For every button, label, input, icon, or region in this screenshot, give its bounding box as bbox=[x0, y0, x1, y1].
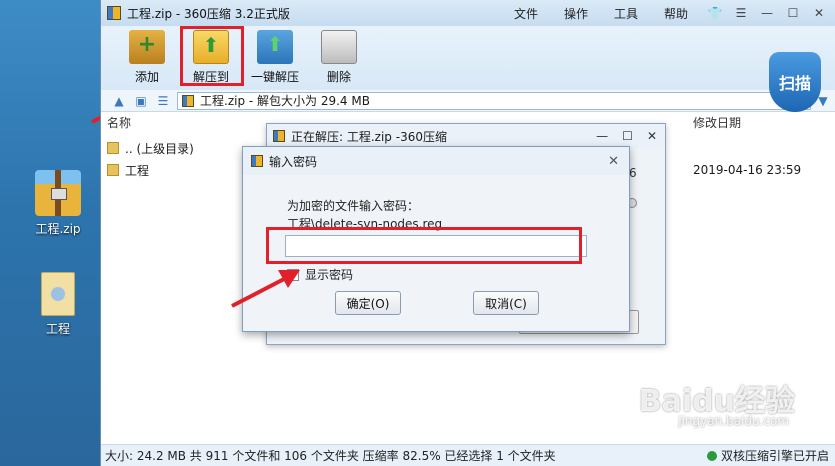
folder-icon bbox=[107, 164, 119, 176]
add-label: 添加 bbox=[134, 70, 159, 84]
window-title: 工程.zip - 360压缩 3.2正式版 bbox=[127, 6, 290, 21]
skin-icon[interactable]: 👕 bbox=[707, 6, 723, 20]
status-text: 大小: 24.2 MB 共 911 个文件和 106 个文件夹 压缩率 82.5… bbox=[105, 449, 556, 463]
list-item-parent[interactable]: .. (上级目录) bbox=[107, 138, 194, 158]
desktop-icon-zip[interactable]: 工程.zip bbox=[18, 170, 98, 237]
menu-operate[interactable]: 操作 bbox=[551, 5, 601, 22]
status-bar: 大小: 24.2 MB 共 911 个文件和 106 个文件夹 压缩率 82.5… bbox=[101, 444, 835, 466]
one-key-extract-button[interactable]: 一键解压 bbox=[243, 26, 307, 90]
app-icon bbox=[273, 130, 285, 142]
maximize-icon[interactable]: ☐ bbox=[622, 129, 633, 143]
password-prompt: 为加密的文件输入密码： bbox=[287, 199, 420, 213]
scan-shield-button[interactable]: 扫描 bbox=[769, 52, 821, 112]
password-dialog-titlebar: 输入密码 ✕ bbox=[243, 147, 629, 175]
close-icon[interactable]: ✕ bbox=[811, 6, 827, 20]
add-icon bbox=[129, 30, 165, 64]
minimize-icon[interactable]: — bbox=[759, 6, 775, 20]
extracting-dialog-title: 正在解压: 工程.zip -360压缩 bbox=[291, 129, 447, 144]
password-dialog-title: 输入密码 bbox=[269, 154, 318, 169]
highlight-password-input bbox=[266, 227, 582, 264]
title-bar: 工程.zip - 360压缩 3.2正式版 文件 操作 工具 帮助 👕 ☰ — … bbox=[101, 0, 835, 26]
desktop-icon-label: 工程 bbox=[45, 322, 70, 336]
menu-help[interactable]: 帮助 bbox=[651, 5, 701, 22]
menu-file[interactable]: 文件 bbox=[501, 5, 551, 22]
menu-tools[interactable]: 工具 bbox=[601, 5, 651, 22]
engine-status-icon bbox=[706, 450, 717, 461]
delete-label: 删除 bbox=[326, 70, 351, 84]
app-icon bbox=[107, 6, 121, 20]
one-key-extract-icon bbox=[257, 30, 293, 64]
highlight-extract-button bbox=[180, 26, 244, 86]
menu-bar: 文件 操作 工具 帮助 bbox=[501, 5, 701, 22]
close-icon[interactable]: ✕ bbox=[647, 129, 657, 143]
folder-icon bbox=[107, 142, 119, 154]
ok-button[interactable]: 确定(O) bbox=[335, 291, 401, 315]
annotation-arrow-password bbox=[231, 270, 300, 308]
maximize-icon[interactable]: ☐ bbox=[785, 6, 801, 20]
file-name: 工程 bbox=[125, 163, 150, 178]
extracting-text-fragment: 6 bbox=[629, 166, 637, 180]
engine-status-label: 双核压缩引擎已开启 bbox=[720, 449, 829, 463]
cancel-button[interactable]: 取消(C) bbox=[473, 291, 539, 315]
show-password-label: 显示密码 bbox=[305, 268, 354, 282]
up-icon[interactable]: ▲ bbox=[111, 94, 127, 108]
column-modified[interactable]: 修改日期 bbox=[693, 114, 741, 131]
zip-archive-icon bbox=[35, 170, 81, 216]
desktop-icon-label: 工程.zip bbox=[35, 222, 81, 236]
list-view-icon[interactable]: ☰ bbox=[155, 94, 171, 108]
engine-status: 双核压缩引擎已开启 bbox=[706, 447, 829, 464]
close-icon[interactable]: ✕ bbox=[608, 154, 619, 169]
path-text: 工程.zip - 解包大小为 29.4 MB bbox=[200, 94, 370, 108]
extracting-dialog-titlebar: 正在解压: 工程.zip -360压缩 — ☐ ✕ bbox=[267, 124, 665, 148]
add-button[interactable]: 添加 bbox=[115, 26, 179, 90]
window-controls: 👕 ☰ — ☐ ✕ bbox=[707, 6, 827, 20]
list-item-folder[interactable]: 工程 bbox=[107, 160, 149, 180]
minimize-icon[interactable]: — bbox=[596, 129, 608, 143]
archive-icon bbox=[182, 94, 194, 107]
trash-icon bbox=[321, 30, 357, 64]
extracting-dialog-controls: — ☐ ✕ bbox=[596, 129, 657, 143]
desktop-icon-folder[interactable]: 工程 bbox=[18, 272, 98, 337]
baidu-watermark-url: jingyan.baidu.com bbox=[678, 414, 789, 428]
menu-icon[interactable]: ☰ bbox=[733, 6, 749, 20]
folder-icon bbox=[41, 272, 75, 316]
file-date: 2019-04-16 23:59 bbox=[693, 163, 802, 177]
path-field[interactable]: 工程.zip - 解包大小为 29.4 MB V bbox=[177, 91, 811, 110]
column-name[interactable]: 名称 bbox=[107, 114, 131, 131]
thumbnail-view-icon[interactable]: ▣ bbox=[133, 94, 149, 108]
delete-button[interactable]: 删除 bbox=[307, 26, 371, 90]
app-icon bbox=[251, 155, 263, 167]
scan-label: 扫描 bbox=[778, 74, 811, 93]
address-bar: ▲ ▣ ☰ 工程.zip - 解包大小为 29.4 MB V ▼ bbox=[101, 90, 835, 112]
file-name: .. (上级目录) bbox=[125, 141, 194, 156]
one-key-label: 一键解压 bbox=[250, 70, 299, 84]
